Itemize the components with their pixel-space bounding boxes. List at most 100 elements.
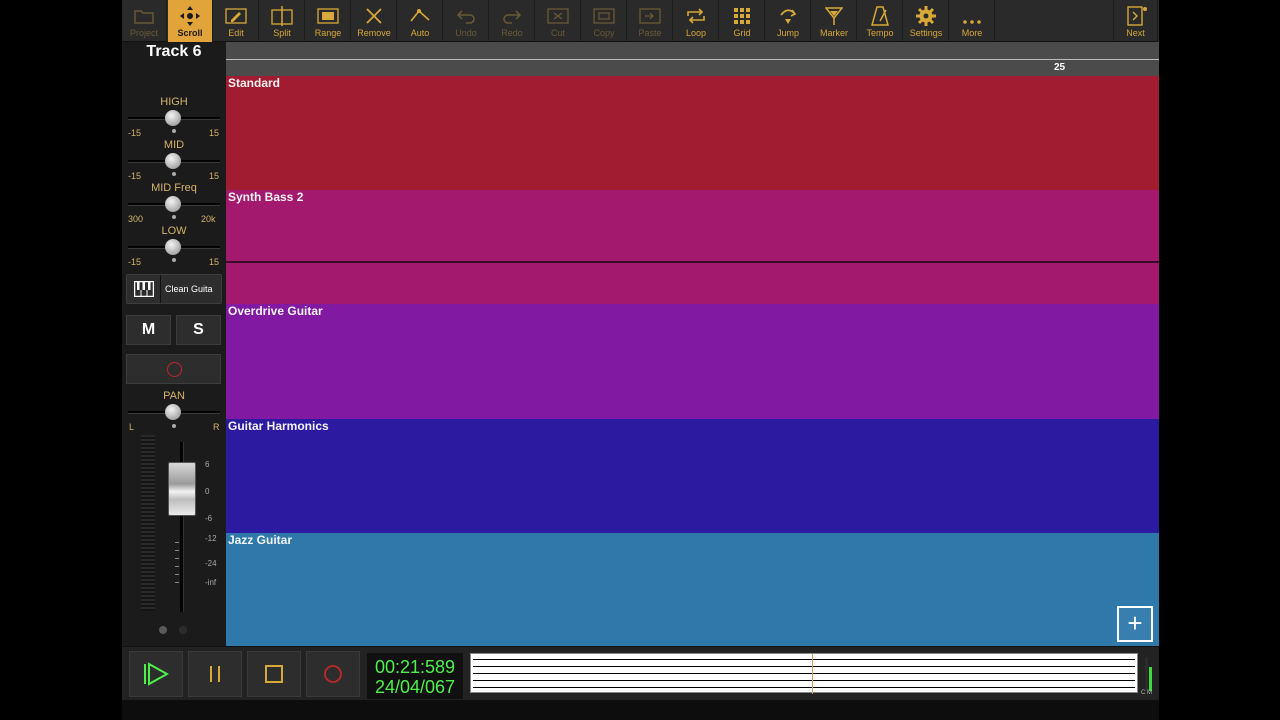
arrange-view[interactable]: 25 Standard Synth Bass 2 Overdrive Guita… <box>226 42 1159 646</box>
fader-scale-label: -inf <box>205 578 217 587</box>
remove-button[interactable]: Remove <box>352 0 397 42</box>
pan-knob[interactable] <box>165 404 181 420</box>
split-icon <box>260 5 304 27</box>
scroll-button[interactable]: Scroll <box>168 0 213 42</box>
jump-icon <box>766 5 810 27</box>
toolbar: Project Scroll Edit Split Range Remove A… <box>122 0 1159 42</box>
eq-midfreq-label: MID Freq <box>151 182 197 194</box>
pan-right-label: R <box>213 422 220 432</box>
fader-scale-label: 6 <box>205 460 210 469</box>
master-level-meter <box>1144 653 1154 693</box>
solo-button[interactable]: S <box>176 315 221 345</box>
mute-button[interactable]: M <box>126 315 171 345</box>
cut-button[interactable]: Cut <box>536 0 581 42</box>
track-lane-synth-bass-2[interactable]: Synth Bass 2 <box>226 190 1159 304</box>
copy-button[interactable]: Copy <box>582 0 627 42</box>
undo-icon <box>444 5 488 27</box>
eq-high-max: 15 <box>209 128 220 138</box>
instrument-name: Clean Guita <box>165 284 213 294</box>
jump-button[interactable]: Jump <box>766 0 811 42</box>
transport-bar: 00:21:589 24/04/067 C M <box>122 646 1159 700</box>
bar-beat-readout: 24/04/067 <box>374 677 456 697</box>
play-icon <box>144 662 169 686</box>
eq-high-min: -15 <box>128 128 142 138</box>
eq-low-center-dot <box>172 258 176 262</box>
track-lane-jazz-guitar[interactable]: Jazz Guitar <box>226 533 1159 646</box>
track-panel: Track 6 HIGH -15 15 MID -15 15 MID Freq … <box>122 42 226 646</box>
volume-fader-knob[interactable] <box>168 462 196 516</box>
eq-high-center-dot <box>172 129 176 133</box>
pan-left-label: L <box>129 422 135 432</box>
track-lane-name: Jazz Guitar <box>228 533 293 547</box>
range-button[interactable]: Range <box>306 0 351 42</box>
add-track-button[interactable]: + <box>1117 606 1153 642</box>
eq-mid-label: MID <box>163 139 185 151</box>
eq-high-label: HIGH <box>160 96 188 108</box>
fader-scale-label: -24 <box>205 559 217 568</box>
ellipsis-icon <box>950 5 994 27</box>
auto-button[interactable]: Auto <box>398 0 443 42</box>
eq-low-knob[interactable] <box>165 239 181 255</box>
x-icon <box>352 5 396 27</box>
marker-button[interactable]: Marker <box>812 0 857 42</box>
eq-low-min: -15 <box>128 257 142 267</box>
tempo-button[interactable]: Tempo <box>858 0 903 42</box>
track-lane-guitar-harmonics[interactable]: Guitar Harmonics <box>226 419 1159 533</box>
eq-high-knob[interactable] <box>165 110 181 126</box>
track-name: Track 6 <box>146 43 202 60</box>
stop-button[interactable] <box>247 651 301 697</box>
eq-mid-knob[interactable] <box>165 153 181 169</box>
track-lane-name: Guitar Harmonics <box>228 419 329 433</box>
settings-button[interactable]: Settings <box>904 0 949 42</box>
next-icon <box>1114 5 1157 27</box>
play-button[interactable] <box>129 651 183 697</box>
project-button[interactable]: Project <box>122 0 167 42</box>
next-button[interactable]: Next <box>1113 0 1158 42</box>
record-button[interactable] <box>306 651 360 697</box>
paste-button[interactable]: Paste <box>628 0 673 42</box>
more-button[interactable]: More <box>950 0 995 42</box>
overview-playhead[interactable] <box>812 654 813 694</box>
eq-midfreq-knob[interactable] <box>165 196 181 212</box>
time-display[interactable]: 00:21:589 24/04/067 <box>367 653 463 699</box>
move-arrows-icon <box>168 5 212 27</box>
cut-icon <box>536 5 580 27</box>
fader-scale-label: -6 <box>205 514 213 523</box>
song-overview[interactable] <box>470 653 1138 694</box>
stop-icon <box>265 665 283 683</box>
record-icon <box>324 665 342 683</box>
record-circle-icon <box>167 362 182 377</box>
track-lane-name: Standard <box>228 76 281 90</box>
page-indicator-dot[interactable] <box>179 626 187 634</box>
meter-labels: C M <box>1141 690 1152 696</box>
track-lane-overdrive-guitar[interactable]: Overdrive Guitar <box>226 304 1159 419</box>
split-button[interactable]: Split <box>260 0 305 42</box>
edit-button[interactable]: Edit <box>214 0 259 42</box>
grid-icon <box>720 5 764 27</box>
grid-button[interactable]: Grid <box>720 0 765 42</box>
record-arm-button[interactable] <box>126 354 221 384</box>
pan-label: PAN <box>163 390 185 402</box>
fader-scale-label: -12 <box>205 534 217 543</box>
metronome-icon <box>858 5 902 27</box>
redo-button[interactable]: Redo <box>490 0 535 42</box>
ruler-line <box>226 59 1159 60</box>
loop-button[interactable]: Loop <box>674 0 719 42</box>
undo-button[interactable]: Undo <box>444 0 489 42</box>
instrument-selector[interactable]: Clean Guita <box>126 274 222 304</box>
track-lane-name: Synth Bass 2 <box>228 190 304 204</box>
track-lane-standard[interactable]: Standard <box>226 76 1159 190</box>
pan-center-dot <box>172 424 176 428</box>
page-indicator-dot-active[interactable] <box>159 626 167 634</box>
pause-button[interactable] <box>188 651 242 697</box>
eq-mid-min: -15 <box>128 171 142 181</box>
eq-midfreq-min: 300 <box>128 214 144 224</box>
eq-mid-center-dot <box>172 172 176 176</box>
fader-scale-label: 0 <box>205 487 210 496</box>
eq-midfreq-max: 20k <box>201 214 216 224</box>
copy-icon <box>582 5 626 27</box>
daw-app: Project Scroll Edit Split Range Remove A… <box>122 0 1159 720</box>
timeline-ruler[interactable]: 25 <box>226 42 1159 76</box>
range-icon <box>306 5 350 27</box>
track-level-meter <box>141 435 155 611</box>
